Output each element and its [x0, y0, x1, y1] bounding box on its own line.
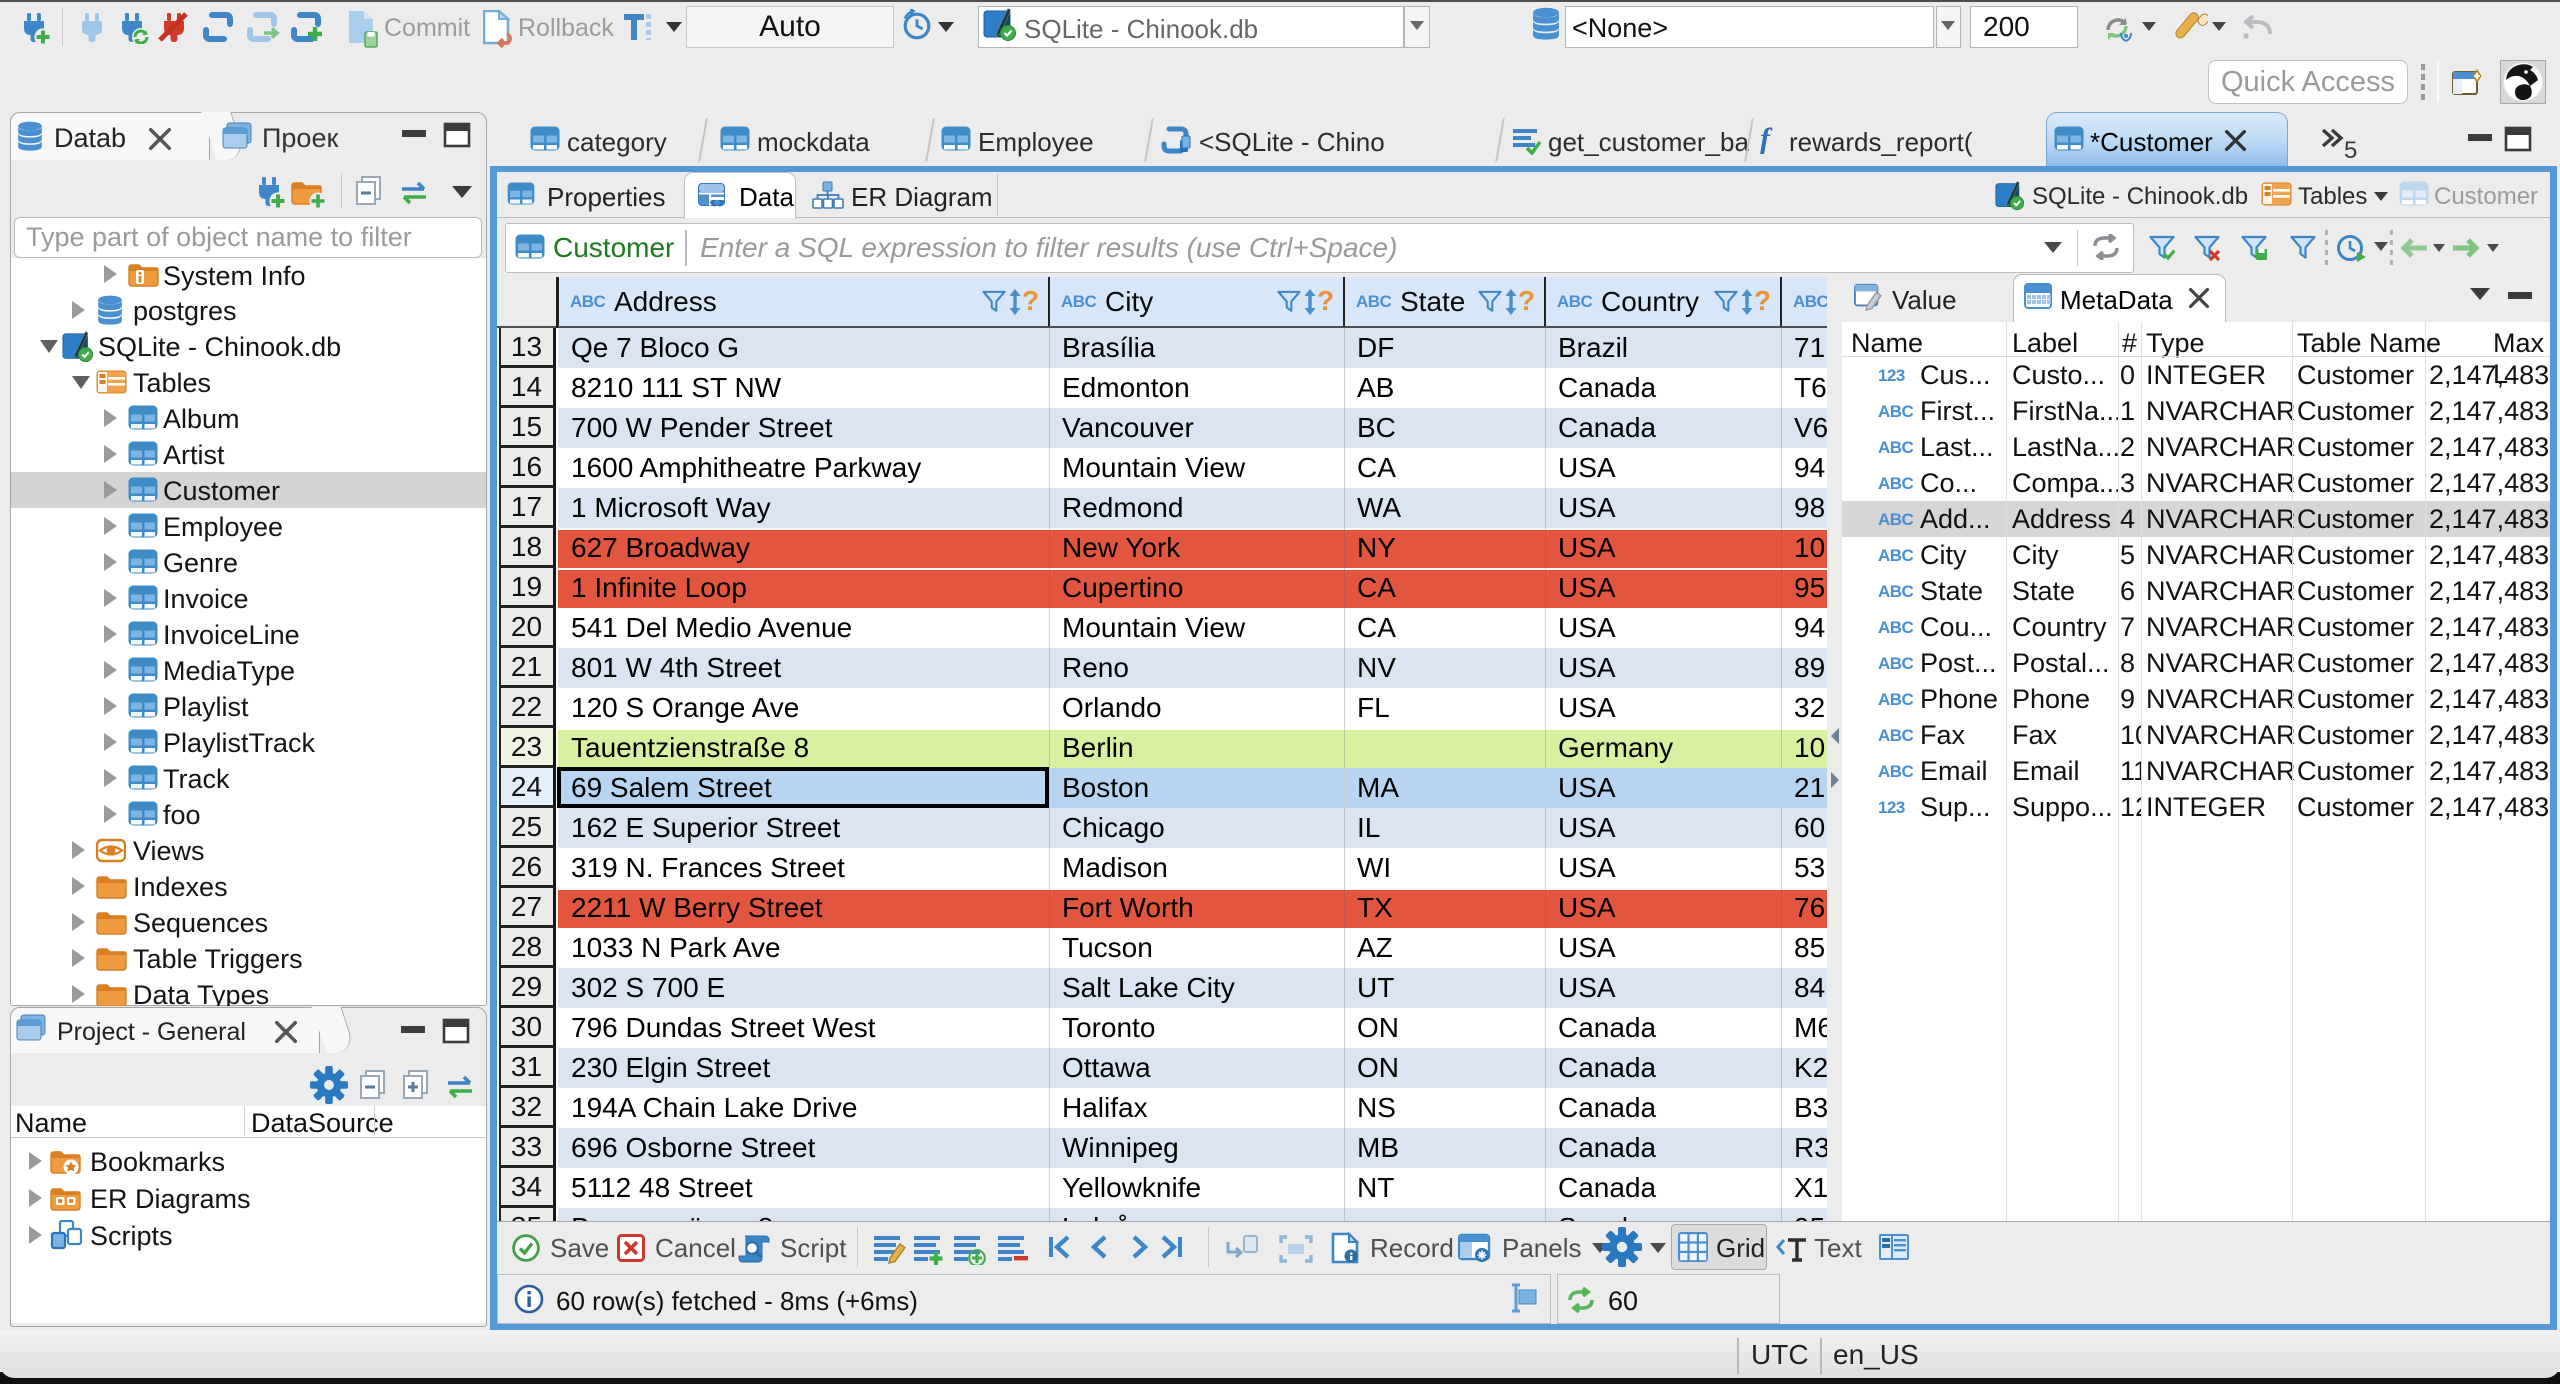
svg-text:f: f [1760, 124, 1773, 154]
svg-text:5: 5 [2344, 137, 2357, 162]
